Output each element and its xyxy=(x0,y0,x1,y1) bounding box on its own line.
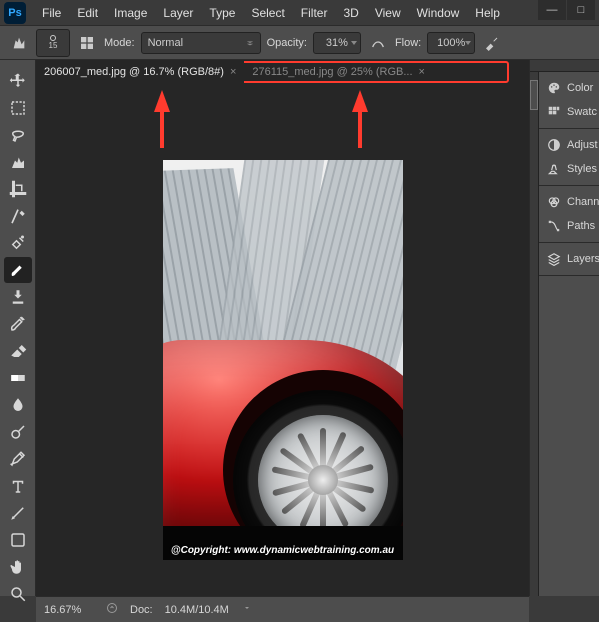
lasso-tool[interactable] xyxy=(4,122,32,148)
menu-help[interactable]: Help xyxy=(467,6,508,20)
clone-stamp-tool[interactable] xyxy=(4,284,32,310)
brush-tool[interactable] xyxy=(4,257,32,283)
panels-dock: Color Swatc Adjust Styles Chann Paths Layers xyxy=(529,60,599,596)
history-brush-tool[interactable] xyxy=(4,311,32,337)
doc-size-label: Doc: xyxy=(130,604,153,616)
minimize-button[interactable]: — xyxy=(538,0,566,20)
document-tab[interactable]: 276115_med.jpg @ 25% (RGB... × xyxy=(244,60,433,84)
zoom-tool[interactable] xyxy=(4,581,32,607)
document-tab-label: 276115_med.jpg @ 25% (RGB... xyxy=(252,66,412,78)
type-tool[interactable] xyxy=(4,473,32,499)
opacity-input[interactable]: 31% xyxy=(313,32,361,54)
quick-select-tool[interactable] xyxy=(4,149,32,175)
eyedropper-tool[interactable] xyxy=(4,203,32,229)
blend-mode-value: Normal xyxy=(148,37,183,49)
panel-label: Styles xyxy=(567,163,597,175)
panel-label: Swatc xyxy=(567,106,597,118)
panel-label: Adjust xyxy=(567,139,598,151)
airbrush-icon[interactable] xyxy=(481,32,503,54)
menu-3d[interactable]: 3D xyxy=(335,6,366,20)
shape-tool[interactable] xyxy=(4,527,32,553)
hand-tool[interactable] xyxy=(4,554,32,580)
mode-label: Mode: xyxy=(104,37,135,49)
tools-panel xyxy=(0,60,36,596)
eraser-tool[interactable] xyxy=(4,338,32,364)
status-bar: 16.67% Doc: 10.4M/10.4M xyxy=(36,596,529,622)
canvas-viewport[interactable]: @Copyright: www.dynamicwebtraining.com.a… xyxy=(36,84,529,596)
marquee-tool[interactable] xyxy=(4,95,32,121)
annotation-arrow xyxy=(352,90,368,112)
healing-brush-tool[interactable] xyxy=(4,230,32,256)
document-tabstrip: 206007_med.jpg @ 16.7% (RGB/8#)×276115_m… xyxy=(36,60,529,84)
styles-panel[interactable]: Styles xyxy=(539,157,599,181)
app-logo: Ps xyxy=(4,2,26,24)
menubar: Ps FileEditImageLayerTypeSelectFilter3DV… xyxy=(0,0,599,26)
gradient-tool[interactable] xyxy=(4,365,32,391)
adjustments-panel[interactable]: Adjust xyxy=(539,133,599,157)
status-arrow-icon[interactable] xyxy=(106,602,118,617)
blend-mode-select[interactable]: Normal xyxy=(141,32,261,54)
panels-grip[interactable] xyxy=(530,60,599,72)
menu-filter[interactable]: Filter xyxy=(293,6,336,20)
zoom-level[interactable]: 16.67% xyxy=(44,604,94,616)
maximize-button[interactable]: □ xyxy=(567,0,595,20)
annotation-arrow xyxy=(154,90,170,112)
tool-preset-picker[interactable] xyxy=(8,32,30,54)
close-icon[interactable]: × xyxy=(419,66,425,78)
panel-label: Paths xyxy=(567,220,595,232)
menu-file[interactable]: File xyxy=(34,6,69,20)
menu-image[interactable]: Image xyxy=(106,6,155,20)
menu-view[interactable]: View xyxy=(367,6,409,20)
swatches-panel[interactable]: Swatc xyxy=(539,100,599,124)
panel-label: Color xyxy=(567,82,593,94)
pen-tool[interactable] xyxy=(4,446,32,472)
color-panel[interactable]: Color xyxy=(539,76,599,100)
layers-panel[interactable]: Layers xyxy=(539,247,599,271)
opacity-label: Opacity: xyxy=(267,37,307,49)
window-buttons: — □ xyxy=(537,0,595,20)
options-bar: 15 Mode: Normal Opacity: 31% Flow: 100% xyxy=(0,26,599,60)
dodge-tool[interactable] xyxy=(4,419,32,445)
flow-input[interactable]: 100% xyxy=(427,32,475,54)
flow-label: Flow: xyxy=(395,37,421,49)
path-select-tool[interactable] xyxy=(4,500,32,526)
menu-edit[interactable]: Edit xyxy=(69,6,106,20)
document-tab[interactable]: 206007_med.jpg @ 16.7% (RGB/8#) × xyxy=(36,60,244,84)
document-tab-label: 206007_med.jpg @ 16.7% (RGB/8#) xyxy=(44,66,224,78)
move-tool[interactable] xyxy=(4,68,32,94)
brush-panel-toggle[interactable] xyxy=(76,32,98,54)
canvas-copyright: @Copyright: www.dynamicwebtraining.com.a… xyxy=(163,545,403,556)
menu-type[interactable]: Type xyxy=(201,6,243,20)
panel-label: Chann xyxy=(567,196,599,208)
close-icon[interactable]: × xyxy=(230,66,236,78)
blur-tool[interactable] xyxy=(4,392,32,418)
channels-panel[interactable]: Chann xyxy=(539,190,599,214)
panel-expand-handle[interactable] xyxy=(530,80,538,110)
brush-preset-picker[interactable]: 15 xyxy=(36,29,70,57)
pressure-opacity-icon[interactable] xyxy=(367,32,389,54)
document-canvas: @Copyright: www.dynamicwebtraining.com.a… xyxy=(163,160,403,560)
menu-layer[interactable]: Layer xyxy=(155,6,201,20)
crop-tool[interactable] xyxy=(4,176,32,202)
document-area: 206007_med.jpg @ 16.7% (RGB/8#)×276115_m… xyxy=(36,60,529,596)
doc-size-value: 10.4M/10.4M xyxy=(165,604,229,616)
panel-label: Layers xyxy=(567,253,599,265)
paths-panel[interactable]: Paths xyxy=(539,214,599,238)
menu-select[interactable]: Select xyxy=(243,6,292,20)
menu-window[interactable]: Window xyxy=(409,6,468,20)
status-menu-icon[interactable] xyxy=(241,602,253,617)
